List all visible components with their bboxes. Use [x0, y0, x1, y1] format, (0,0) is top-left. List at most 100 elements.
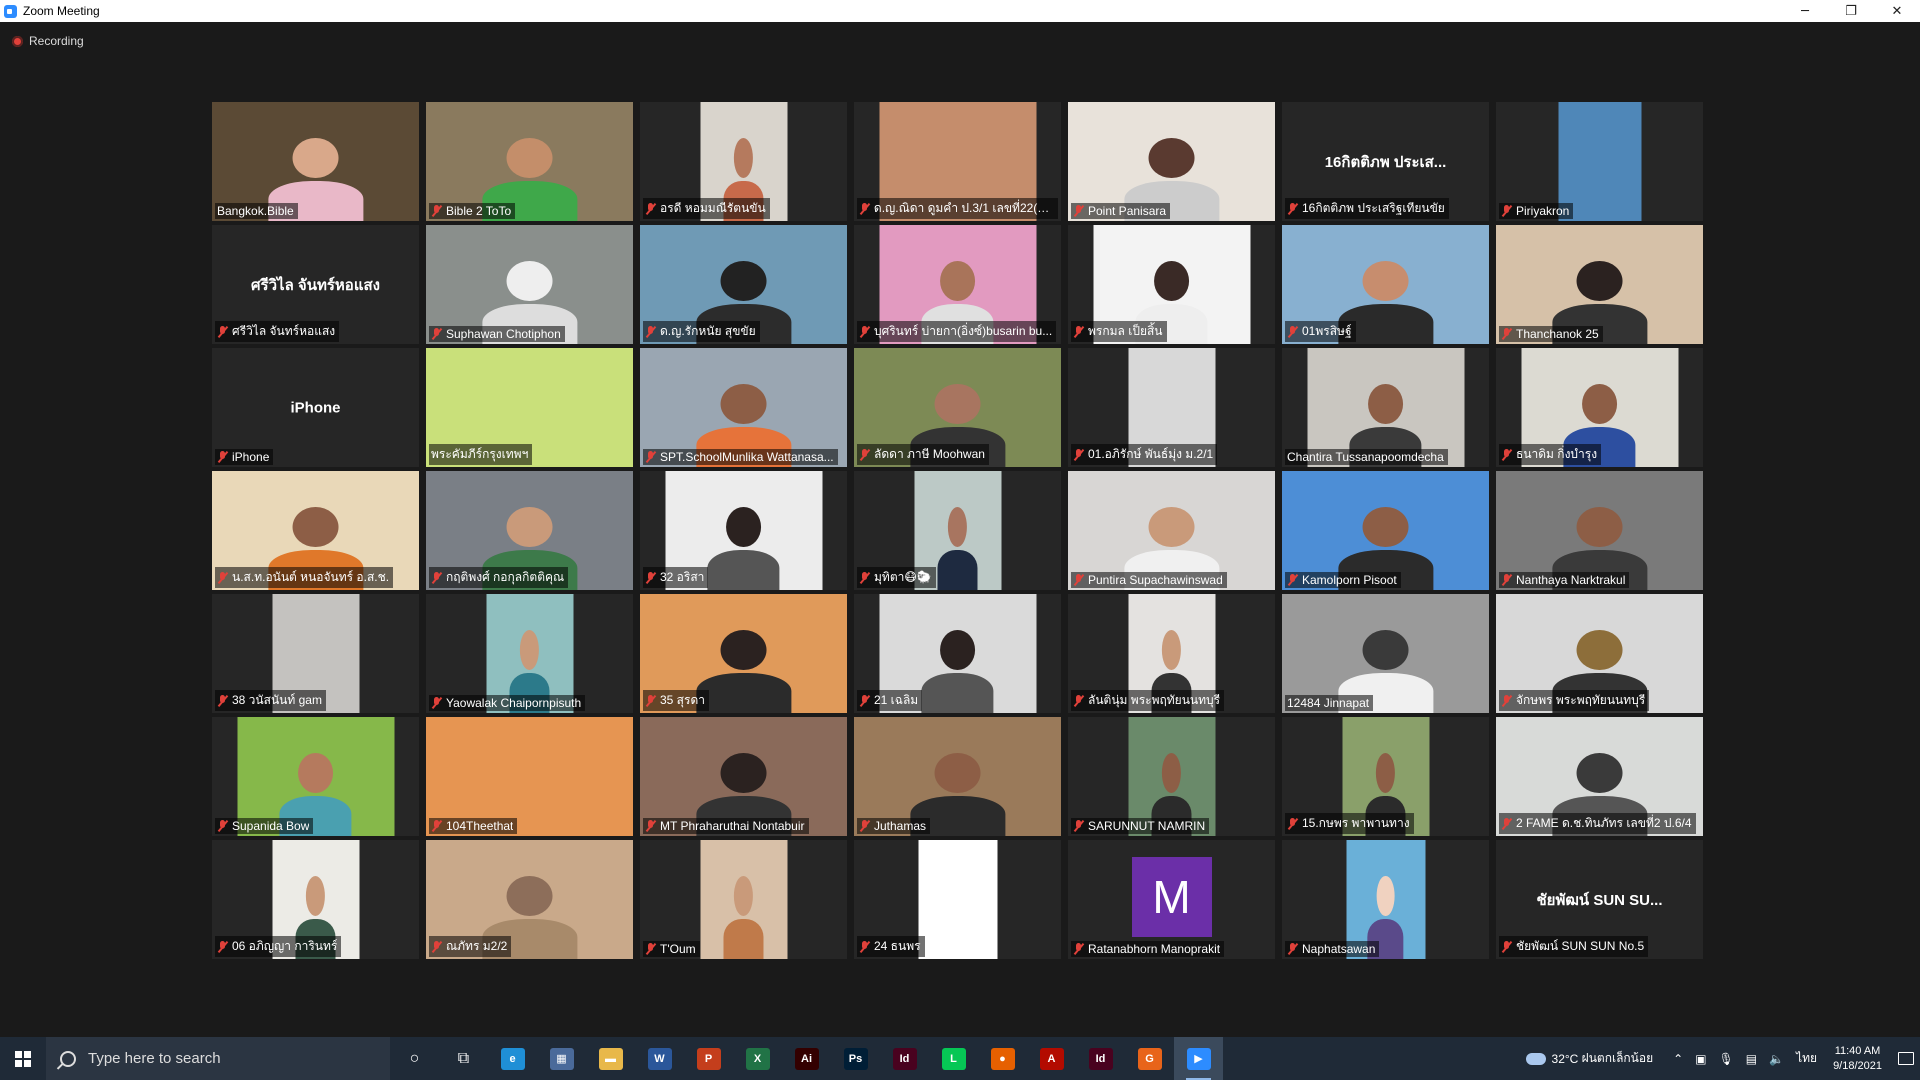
- participant-tile[interactable]: 01.อภิรักษ์ พันธ์มุ่ง ม.2/1: [1068, 348, 1275, 467]
- muted-mic-icon: [431, 940, 442, 953]
- taskbar-app[interactable]: ▬: [586, 1037, 635, 1080]
- muted-mic-icon: [1287, 574, 1298, 586]
- participant-name: Chantira Tussanapoomdecha: [1287, 450, 1444, 464]
- participant-name-label: 16กิตติภพ ประเสริฐเทียนขัย: [1285, 198, 1449, 219]
- participant-name: พรกมล เป็ยสิ้น: [1088, 324, 1163, 338]
- participant-tile[interactable]: Yaowalak Chaipornpisuth: [426, 594, 633, 713]
- taskbar-app[interactable]: G: [1125, 1037, 1174, 1080]
- taskbar-app[interactable]: A: [1027, 1037, 1076, 1080]
- muted-mic-icon: [431, 697, 442, 709]
- participant-tile[interactable]: ด.ญ.ณิดา ดูมคำ ป.3/1 เลขที่22(w...: [854, 102, 1061, 221]
- participant-tile[interactable]: กฤติพงศ์ กอกุลกิตติคุณ: [426, 471, 633, 590]
- microphone-icon[interactable]: 🎙: [1719, 1052, 1734, 1066]
- participant-tile[interactable]: อรดี หอมมณีรัตนขัน: [640, 102, 847, 221]
- wifi-icon[interactable]: ▤: [1746, 1052, 1757, 1066]
- clock-date: 9/18/2021: [1833, 1059, 1882, 1072]
- participant-tile[interactable]: 21 เฉลิม: [854, 594, 1061, 713]
- participant-tile[interactable]: 35 สุรดา: [640, 594, 847, 713]
- volume-icon[interactable]: 🔈: [1769, 1052, 1784, 1066]
- taskbar-app[interactable]: P: [684, 1037, 733, 1080]
- participant-tile[interactable]: Puntira Supachawinswad: [1068, 471, 1275, 590]
- cortana-icon: ○: [409, 1049, 420, 1067]
- participant-tile[interactable]: SARUNNUT NAMRIN: [1068, 717, 1275, 836]
- taskbar-app[interactable]: L: [929, 1037, 978, 1080]
- participant-tile[interactable]: ธนาดิม กิ่งบำรุง: [1496, 348, 1703, 467]
- participant-tile[interactable]: น.ส.ท.อนันต์ หนอจันทร์ อ.ส.ช.: [212, 471, 419, 590]
- participant-tile[interactable]: SPT.SchoolMunlika Wattanasa...: [640, 348, 847, 467]
- chevron-up-icon[interactable]: ⌃: [1673, 1052, 1683, 1066]
- participant-head: [298, 752, 333, 793]
- taskbar-app[interactable]: Id: [1076, 1037, 1125, 1080]
- close-button[interactable]: ✕: [1874, 0, 1920, 22]
- participant-tile[interactable]: 104Theethat: [426, 717, 633, 836]
- participant-tile[interactable]: Kamolporn Pisoot: [1282, 471, 1489, 590]
- excel-icon: X: [745, 1047, 770, 1070]
- participant-tile[interactable]: ณภัทร ม2/2: [426, 840, 633, 959]
- participant-tile[interactable]: Nanthaya Narktrakul: [1496, 471, 1703, 590]
- weather-widget[interactable]: 32°C ฝนตกเล็กน้อย: [1525, 1049, 1653, 1068]
- participant-tile[interactable]: ลันตินุ่ม พระพฤทัยนนทบุรี: [1068, 594, 1275, 713]
- participant-tile[interactable]: 15.กษพร พาพานทาง: [1282, 717, 1489, 836]
- system-tray: 32°C ฝนตกเล็กน้อย ⌃ ▣ 🎙 ▤ 🔈 ไทย 11:40 AM…: [1525, 1037, 1920, 1080]
- muted-mic-icon: [1073, 325, 1084, 338]
- taskbar-app[interactable]: W: [635, 1037, 684, 1080]
- participant-tile[interactable]: Suphawan Chotiphon: [426, 225, 633, 344]
- participant-tile[interactable]: ด.ญ.รักหนัย สุขขัย: [640, 225, 847, 344]
- taskbar-app[interactable]: Ps: [831, 1037, 880, 1080]
- taskbar-app[interactable]: ⧉: [439, 1037, 488, 1080]
- participant-tile[interactable]: 2 FAME ด.ช.ทินภัทร เลขที่2 ป.6/4: [1496, 717, 1703, 836]
- participant-name: ลันตินุ่ม พระพฤทัยนนทบุรี: [1088, 693, 1221, 707]
- participant-tile[interactable]: 24 ธนพร: [854, 840, 1061, 959]
- language-indicator[interactable]: ไทย: [1796, 1049, 1817, 1068]
- participant-tile[interactable]: พระคัมภีร์กรุงเทพฯ: [426, 348, 633, 467]
- participant-tile[interactable]: Naphatsawan: [1282, 840, 1489, 959]
- start-button[interactable]: [0, 1037, 46, 1080]
- taskbar-app[interactable]: ●: [978, 1037, 1027, 1080]
- participant-tile[interactable]: จักษพร พระพฤทัยนนทบุรี: [1496, 594, 1703, 713]
- taskbar-app[interactable]: Ai: [782, 1037, 831, 1080]
- participant-tile[interactable]: 01พรสิษฐ์: [1282, 225, 1489, 344]
- participant-tile[interactable]: พรกมล เป็ยสิ้น: [1068, 225, 1275, 344]
- participant-tile[interactable]: M Ratanabhorn Manoprakit: [1068, 840, 1275, 959]
- participant-tile[interactable]: ชัยพัฒน์ SUN SU... ชัยพัฒน์ SUN SUN No.5: [1496, 840, 1703, 959]
- participant-tile[interactable]: มุทิตา😷🐑: [854, 471, 1061, 590]
- participant-tile[interactable]: Piriyakron: [1496, 102, 1703, 221]
- taskbar-app[interactable]: ○: [390, 1037, 439, 1080]
- participant-tile[interactable]: Bible 2 ToTo: [426, 102, 633, 221]
- participant-display-name: 16กิตติภพ ประเส...: [1324, 153, 1447, 171]
- participant-head: [1368, 383, 1403, 424]
- participant-tile[interactable]: 12484 Jinnapat: [1282, 594, 1489, 713]
- network-icon[interactable]: ▣: [1695, 1052, 1706, 1066]
- notification-center-button[interactable]: [1892, 1037, 1920, 1080]
- participant-tile[interactable]: บุศรินทร์ บ่ายกา(อิ่งซ์)busarin bu...: [854, 225, 1061, 344]
- participant-tile[interactable]: MT Phraharuthai Nontabuir: [640, 717, 847, 836]
- participant-tile[interactable]: 16กิตติภพ ประเส... 16กิตติภพ ประเสริฐเทีย…: [1282, 102, 1489, 221]
- participant-tile[interactable]: iPhone iPhone: [212, 348, 419, 467]
- participant-tile[interactable]: Bangkok.Bible: [212, 102, 419, 221]
- taskbar-app[interactable]: e: [488, 1037, 537, 1080]
- restore-button[interactable]: ❐: [1828, 0, 1874, 22]
- participant-tile[interactable]: ศรีวิไล จันทร์หอแสง ศรีวิไล จันทร์หอแสง: [212, 225, 419, 344]
- participant-name: Piriyakron: [1516, 204, 1570, 218]
- minimize-button[interactable]: ─: [1782, 0, 1828, 22]
- muted-mic-icon: [1501, 694, 1512, 707]
- clock[interactable]: 11:40 AM 9/18/2021: [1833, 1044, 1882, 1074]
- participant-tile[interactable]: Point Panisara: [1068, 102, 1275, 221]
- participant-tile[interactable]: ลัดดา ภาษี Moohwan: [854, 348, 1061, 467]
- participant-tile[interactable]: 06 อภิญญา การินทร์: [212, 840, 419, 959]
- taskbar-search[interactable]: Type here to search: [46, 1037, 390, 1080]
- participant-tile[interactable]: Supanida Bow: [212, 717, 419, 836]
- participant-tile[interactable]: T'Oum: [640, 840, 847, 959]
- taskbar-app[interactable]: ▦: [537, 1037, 586, 1080]
- taskbar-app[interactable]: Id: [880, 1037, 929, 1080]
- participant-name: ธนาดิม กิ่งบำรุง: [1516, 447, 1598, 461]
- participant-head: [1582, 383, 1617, 424]
- participant-tile[interactable]: Juthamas: [854, 717, 1061, 836]
- participant-tile[interactable]: 32 อริสา: [640, 471, 847, 590]
- taskbar-app[interactable]: X: [733, 1037, 782, 1080]
- participant-tile[interactable]: Thanchanok 25: [1496, 225, 1703, 344]
- taskbar-app[interactable]: ▶: [1174, 1037, 1223, 1080]
- recording-indicator[interactable]: Recording: [12, 34, 84, 48]
- participant-tile[interactable]: Chantira Tussanapoomdecha: [1282, 348, 1489, 467]
- participant-tile[interactable]: 38 วนัสนันท์ gam: [212, 594, 419, 713]
